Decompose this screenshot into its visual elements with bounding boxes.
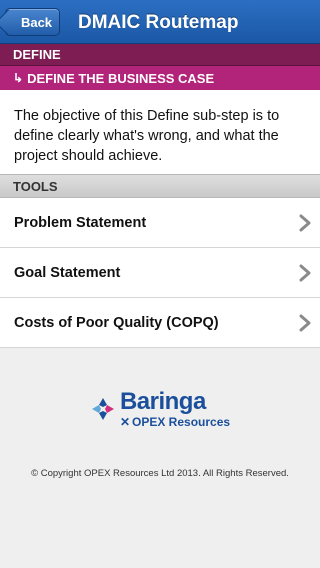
chevron-right-icon [299, 264, 311, 281]
tool-item-label: Goal Statement [14, 264, 121, 281]
return-arrow-icon: ↳ [13, 71, 24, 85]
back-button[interactable]: Back [5, 8, 60, 36]
company-logo: Baringa ✕ OPEX Resources [0, 388, 320, 429]
chevron-right-icon [299, 314, 311, 331]
tools-header-label: TOOLS [13, 178, 58, 194]
opex-x-icon: ✕ [119, 415, 130, 429]
back-button-label: Back [20, 14, 53, 30]
section-header: DEFINE [0, 44, 320, 66]
subsection-header-label: DEFINE THE BUSINESS CASE [27, 70, 215, 86]
chevron-right-icon [299, 214, 311, 231]
logo-subtitle: ✕ OPEX Resources [120, 415, 230, 429]
subsection-header: ↳ DEFINE THE BUSINESS CASE [0, 66, 320, 90]
tool-item-label: Problem Statement [14, 214, 147, 231]
page-title: DMAIC Routemap [78, 12, 239, 33]
logo-name: Baringa [119, 388, 206, 415]
tool-item-goal-statement[interactable]: Goal Statement [0, 248, 320, 298]
logo-subtitle-label: OPEX Resources [132, 415, 231, 429]
section-header-label: DEFINE [13, 47, 61, 62]
navigation-bar: Back DMAIC Routemap [0, 0, 320, 44]
baringa-logo-icon [91, 397, 114, 420]
tools-list: Problem Statement Goal Statement Costs o… [0, 198, 320, 348]
copyright-text: © Copyright OPEX Resources Ltd 2013. All… [31, 468, 289, 479]
tool-item-copq[interactable]: Costs of Poor Quality (COPQ) [0, 298, 320, 348]
tool-item-problem-statement[interactable]: Problem Statement [0, 198, 320, 248]
tools-header: TOOLS [0, 174, 320, 198]
description-text: The objective of this Define sub-step is… [0, 90, 320, 174]
tool-item-label: Costs of Poor Quality (COPQ) [14, 314, 219, 331]
